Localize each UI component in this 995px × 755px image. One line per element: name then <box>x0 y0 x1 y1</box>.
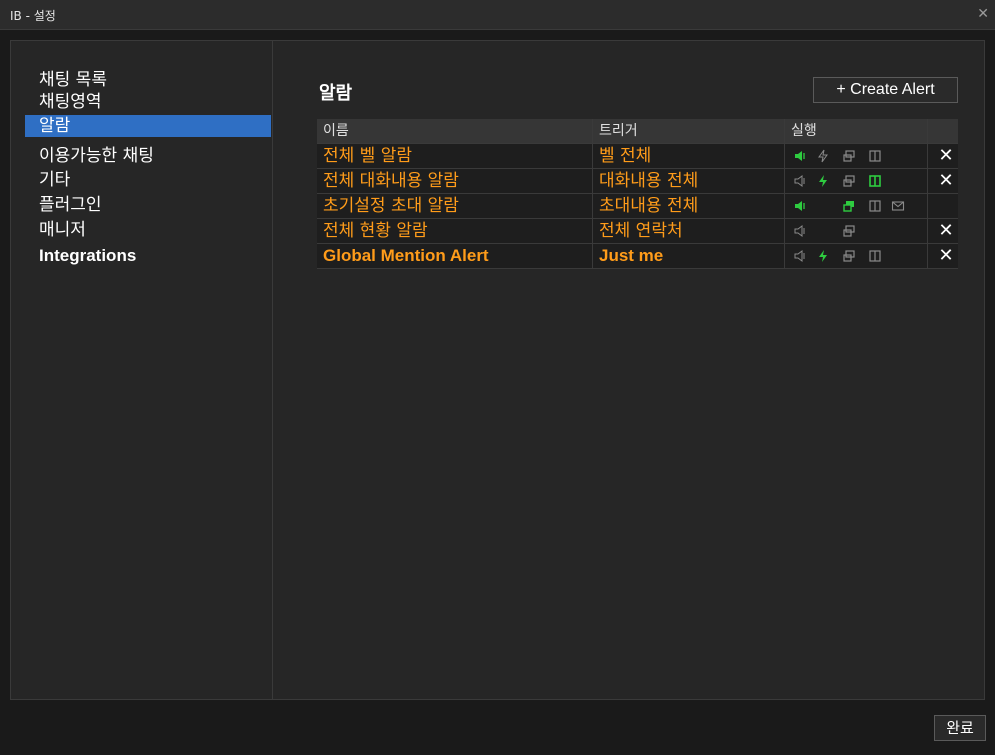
speaker-icon[interactable] <box>793 199 807 213</box>
popup-window-icon[interactable] <box>842 199 856 213</box>
table-row[interactable]: 전체 현황 알람 전체 연락처 ✕ <box>317 219 958 244</box>
alert-trigger-cell[interactable]: 대화내용 전체 <box>593 169 785 194</box>
alarm-pane: 알람 + Create Alert 이름 트리거 실행 전체 벨 알람 벨 전체… <box>273 41 985 699</box>
speaker-icon[interactable] <box>793 174 807 188</box>
alert-actions-cell <box>785 144 928 169</box>
alert-name: 전체 대화내용 알람 <box>323 171 459 191</box>
panel-icon[interactable] <box>868 149 882 163</box>
mail-icon[interactable] <box>891 199 905 213</box>
sidebar-item-alarm[interactable]: 알람 <box>25 115 271 137</box>
table-row[interactable]: 전체 대화내용 알람 대화내용 전체 ✕ <box>317 169 958 194</box>
sidebar-item-etc[interactable]: 기타 <box>25 169 271 191</box>
table-row[interactable]: 전체 벨 알람 벨 전체 ✕ <box>317 144 958 169</box>
alert-actions-cell <box>785 169 928 194</box>
lightning-icon[interactable] <box>816 174 830 188</box>
alert-actions-cell <box>785 244 928 269</box>
sidebar-item-available-chat[interactable]: 이용가능한 채팅 <box>25 145 271 167</box>
table-row[interactable]: 초기설정 초대 알람 초대내용 전체 <box>317 194 958 219</box>
alert-trigger: 벨 전체 <box>599 146 652 166</box>
speaker-icon[interactable] <box>793 249 807 263</box>
alert-delete-cell <box>928 194 958 219</box>
alert-delete-cell: ✕ <box>928 169 958 194</box>
done-button[interactable]: 완료 <box>934 715 986 741</box>
alert-name: 전체 현황 알람 <box>323 221 428 241</box>
sidebar-item-chat-area[interactable]: 채팅영역 <box>25 91 271 113</box>
alert-trigger: Just me <box>599 246 664 265</box>
title-bar: IB - 설정 ✕ <box>0 0 995 30</box>
panel-icon[interactable] <box>868 174 882 188</box>
alert-name: 초기설정 초대 알람 <box>323 196 459 216</box>
alert-name-cell[interactable]: 초기설정 초대 알람 <box>317 194 593 219</box>
table-row[interactable]: Global Mention Alert Just me ✕ <box>317 244 958 269</box>
speaker-icon[interactable] <box>793 224 807 238</box>
delete-alert-icon[interactable]: ✕ <box>934 244 958 268</box>
alert-name-cell[interactable]: 전체 벨 알람 <box>317 144 593 169</box>
column-header-delete <box>928 119 958 144</box>
lightning-icon[interactable] <box>816 249 830 263</box>
panel-icon[interactable] <box>868 199 882 213</box>
popup-window-icon[interactable] <box>842 224 856 238</box>
popup-window-icon[interactable] <box>842 149 856 163</box>
alert-delete-cell: ✕ <box>928 219 958 244</box>
alert-name-cell[interactable]: Global Mention Alert <box>317 244 593 269</box>
popup-window-icon[interactable] <box>842 249 856 263</box>
window-close-icon[interactable]: ✕ <box>977 6 989 22</box>
delete-alert-icon[interactable]: ✕ <box>934 169 958 193</box>
page-title: 알람 <box>319 83 353 104</box>
alert-name: Global Mention Alert <box>323 246 489 265</box>
alert-actions-cell <box>785 194 928 219</box>
alert-trigger: 초대내용 전체 <box>599 196 699 216</box>
alert-trigger: 대화내용 전체 <box>599 171 699 191</box>
sidebar-item-chat-list[interactable]: 채팅 목록 <box>25 69 271 91</box>
sidebar-item-integrations[interactable]: Integrations <box>25 245 271 267</box>
panel-icon[interactable] <box>868 249 882 263</box>
alert-name: 전체 벨 알람 <box>323 146 413 166</box>
alert-table: 이름 트리거 실행 전체 벨 알람 벨 전체 ✕ 전체 대화내용 알람 대화내용… <box>317 119 958 269</box>
alert-trigger: 전체 연락처 <box>599 221 683 241</box>
speaker-icon[interactable] <box>793 149 807 163</box>
sidebar: 채팅 목록 채팅영역 알람 이용가능한 채팅 기타 플러그인 매니저 Integ… <box>11 41 273 699</box>
alert-trigger-cell[interactable]: 초대내용 전체 <box>593 194 785 219</box>
table-header: 이름 트리거 실행 <box>317 119 958 144</box>
popup-window-icon[interactable] <box>842 174 856 188</box>
column-header-trigger[interactable]: 트리거 <box>593 119 785 144</box>
alert-trigger-cell[interactable]: Just me <box>593 244 785 269</box>
column-header-name[interactable]: 이름 <box>317 119 593 144</box>
alert-actions-cell <box>785 219 928 244</box>
alert-trigger-cell[interactable]: 벨 전체 <box>593 144 785 169</box>
lightning-icon[interactable] <box>816 149 830 163</box>
alert-delete-cell: ✕ <box>928 244 958 269</box>
settings-panel: 채팅 목록 채팅영역 알람 이용가능한 채팅 기타 플러그인 매니저 Integ… <box>10 40 985 700</box>
delete-alert-icon[interactable]: ✕ <box>934 219 958 243</box>
alert-trigger-cell[interactable]: 전체 연락처 <box>593 219 785 244</box>
column-header-actions[interactable]: 실행 <box>785 119 928 144</box>
delete-alert-icon[interactable]: ✕ <box>934 144 958 168</box>
sidebar-item-manager[interactable]: 매니저 <box>25 219 271 241</box>
create-alert-button[interactable]: + Create Alert <box>813 77 958 103</box>
window-title: IB - 설정 <box>10 9 56 23</box>
sidebar-item-plugins[interactable]: 플러그인 <box>25 194 271 216</box>
alert-delete-cell: ✕ <box>928 144 958 169</box>
alert-name-cell[interactable]: 전체 현황 알람 <box>317 219 593 244</box>
alert-name-cell[interactable]: 전체 대화내용 알람 <box>317 169 593 194</box>
